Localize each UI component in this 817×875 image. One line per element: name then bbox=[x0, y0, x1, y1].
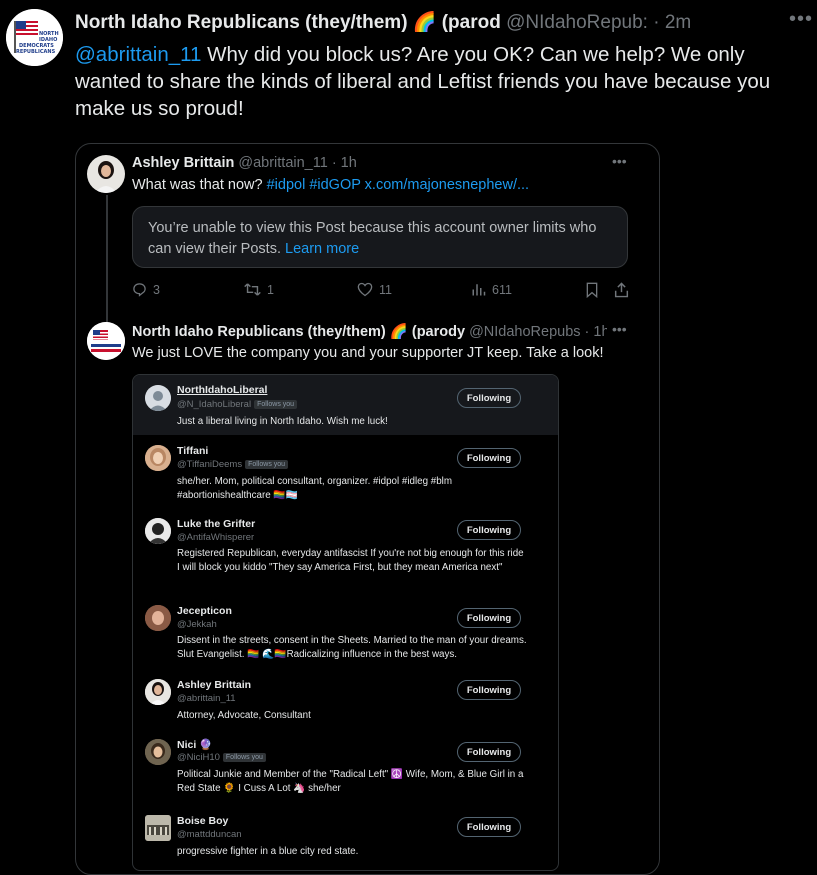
quoted-links[interactable]: #idpol #idGOP x.com/majonesnephew/... bbox=[267, 177, 530, 193]
flag-logo-icon: NORTH IDAHO DEMOCRATS REPUBLICANS bbox=[6, 9, 63, 66]
following-button[interactable]: Following bbox=[457, 608, 521, 628]
item-name[interactable]: Luke the Grifter bbox=[177, 518, 255, 530]
item-bio: Political Junkie and Member of the "Radi… bbox=[177, 769, 524, 794]
share-button[interactable] bbox=[614, 282, 629, 298]
list-item[interactable]: Nici 🔮 @NiciH10 Follows you Political Jun… bbox=[133, 733, 558, 809]
list-item[interactable]: Jecepticon @Jekkah Dissent in the street… bbox=[133, 599, 558, 669]
quoted-author-line: Ashley Brittain @abrittain_11 · 1h bbox=[132, 155, 602, 171]
author-avatar[interactable]: NORTH IDAHO DEMOCRATS REPUBLICANS bbox=[6, 9, 63, 66]
item-name[interactable]: Ashley Brittain bbox=[177, 679, 251, 691]
avatar bbox=[145, 815, 171, 841]
reply-icon bbox=[133, 283, 146, 297]
item-name[interactable]: Nici 🔮 bbox=[177, 738, 212, 751]
nir-small-avatar[interactable] bbox=[87, 322, 125, 360]
action-bar: 3 1 11 611 bbox=[132, 282, 629, 302]
item-handle: @N_IdahoLiberal bbox=[177, 399, 252, 410]
quoted-author-name[interactable]: Ashley Brittain bbox=[132, 155, 234, 171]
avatar bbox=[145, 385, 171, 411]
item-handle: @NiciH10 bbox=[177, 752, 220, 763]
svg-text:REPUBLICANS: REPUBLICANS bbox=[16, 49, 56, 55]
list-item[interactable]: Ashley Brittain @abrittain_11 Attorney, … bbox=[133, 673, 558, 729]
item-handle: @TiffaniDeems bbox=[177, 459, 243, 470]
list-item[interactable]: NorthIdahoLiberal @N_IdahoLiberal Follows… bbox=[133, 375, 558, 435]
item-handle: @mattdduncan bbox=[177, 829, 242, 840]
ashley-avatar[interactable] bbox=[87, 155, 125, 193]
second-author-line: North Idaho Republicans (they/them) 🌈 (p… bbox=[132, 323, 607, 340]
follows-you-badge: Follows you bbox=[222, 752, 266, 762]
more-options-icon[interactable]: ••• bbox=[789, 8, 813, 31]
following-list-screenshot[interactable]: NorthIdahoLiberal @N_IdahoLiberal Follows… bbox=[132, 374, 559, 871]
list-item[interactable]: Boise Boy @mattdduncan progressive fight… bbox=[133, 809, 558, 869]
learn-more-link[interactable]: Learn more bbox=[285, 241, 359, 257]
item-handle: @AntifaWhisperer bbox=[177, 532, 255, 543]
avatar bbox=[145, 605, 171, 631]
heart-icon bbox=[357, 282, 373, 297]
list-item[interactable]: Tiffani @TiffaniDeems Follows you she/her… bbox=[133, 437, 558, 507]
bookmark-icon bbox=[586, 282, 598, 298]
following-button[interactable]: Following bbox=[457, 388, 521, 408]
item-name[interactable]: Tiffani bbox=[177, 445, 208, 457]
item-name[interactable]: Boise Boy bbox=[177, 815, 228, 827]
second-post-text: We just LOVE the company you and your su… bbox=[132, 345, 604, 361]
like-count: 11 bbox=[379, 282, 392, 297]
post-body: @abrittain_11 Why did you block us? Are … bbox=[75, 41, 805, 122]
item-bio: Attorney, Advocate, Consultant bbox=[177, 710, 311, 721]
second-more-icon[interactable]: ••• bbox=[612, 321, 627, 337]
post-header: North Idaho Republicans (they/them) 🌈 (p… bbox=[75, 10, 815, 36]
following-button[interactable]: Following bbox=[457, 817, 521, 837]
item-name[interactable]: Jecepticon bbox=[177, 605, 232, 617]
item-bio: she/her. Mom, political consultant, orga… bbox=[177, 476, 453, 501]
repost-button[interactable]: 1 bbox=[244, 282, 274, 297]
author-handle[interactable]: @NIdahoRepub: · 2m bbox=[506, 12, 691, 33]
views-chart-icon bbox=[472, 284, 486, 296]
restricted-notice: You’re unable to view this Post because … bbox=[132, 206, 628, 268]
following-button[interactable]: Following bbox=[457, 680, 521, 700]
author-name[interactable]: North Idaho Republicans (they/them) 🌈 (p… bbox=[75, 12, 501, 33]
bookmark-button[interactable] bbox=[585, 282, 599, 298]
reply-button[interactable]: 3 bbox=[132, 282, 160, 297]
reply-count: 3 bbox=[153, 282, 160, 297]
item-bio: Registered Republican, everyday antifasc… bbox=[177, 548, 524, 573]
like-button[interactable]: 11 bbox=[357, 282, 392, 297]
list-item[interactable]: Luke the Grifter @AntifaWhisperer Regist… bbox=[133, 511, 558, 595]
item-name[interactable]: NorthIdahoLiberal bbox=[177, 384, 267, 396]
following-button[interactable]: Following bbox=[457, 520, 521, 540]
share-icon bbox=[614, 282, 629, 298]
item-bio: progressive fighter in a blue city red s… bbox=[177, 846, 359, 857]
item-handle: @Jekkah bbox=[177, 619, 217, 630]
second-author-name[interactable]: North Idaho Republicans (they/them) 🌈 (p… bbox=[132, 324, 465, 340]
item-bio: Dissent in the streets, consent in the S… bbox=[177, 635, 527, 660]
item-bio: Just a liberal living in North Idaho. Wi… bbox=[177, 416, 388, 427]
item-handle: @abrittain_11 bbox=[177, 693, 236, 704]
views-button[interactable]: 611 bbox=[471, 282, 512, 297]
second-author-handle[interactable]: @NIdahoRepubs · 1h bbox=[469, 324, 607, 340]
mention-link[interactable]: @abrittain_11 bbox=[75, 43, 201, 66]
quoted-text: What was that now? #idpol #idGOP x.com/m… bbox=[132, 177, 530, 193]
avatar bbox=[145, 445, 171, 471]
quoted-more-icon[interactable]: ••• bbox=[612, 153, 627, 169]
following-button[interactable]: Following bbox=[457, 448, 521, 468]
views-count: 611 bbox=[492, 282, 512, 297]
avatar bbox=[145, 679, 171, 705]
quoted-author-handle[interactable]: @abrittain_11 · 1h bbox=[238, 155, 356, 171]
follows-you-badge: Follows you bbox=[245, 459, 289, 469]
quoted-media-card[interactable]: Ashley Brittain @abrittain_11 · 1h ••• W… bbox=[75, 143, 660, 875]
avatar bbox=[145, 739, 171, 765]
avatar bbox=[145, 518, 171, 544]
repost-icon bbox=[244, 283, 261, 296]
follows-you-badge: Follows you bbox=[254, 399, 298, 409]
thread-line bbox=[106, 195, 108, 325]
restricted-text: You’re unable to view this Post because … bbox=[148, 220, 597, 257]
following-button[interactable]: Following bbox=[457, 742, 521, 762]
repost-count: 1 bbox=[267, 282, 274, 297]
